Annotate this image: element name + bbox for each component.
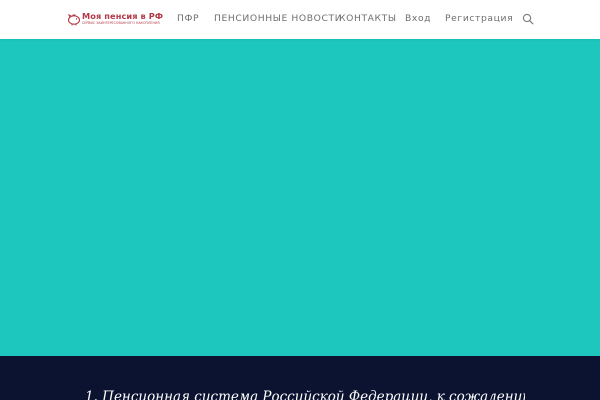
site-header: Моя пенсия в РФ СЕРВИС ЗАИНТЕРЕСОВАННОГО…: [0, 0, 600, 39]
page: Моя пенсия в РФ СЕРВИС ЗАИНТЕРЕСОВАННОГО…: [0, 0, 600, 400]
nav-item-contacts[interactable]: КОНТАКТЫ: [339, 13, 397, 25]
search-icon[interactable]: [522, 13, 534, 25]
main-nav: ПФР ПЕНСИОННЫЕ НОВОСТИ КОНТАКТЫ Вход Рег…: [0, 0, 600, 39]
content-paragraph: 1. Пенсионная система Российской Федерац…: [85, 389, 525, 400]
hero-banner: [0, 39, 600, 356]
nav-item-pension-news[interactable]: ПЕНСИОННЫЕ НОВОСТИ: [214, 13, 342, 25]
nav-item-register[interactable]: Регистрация: [445, 13, 513, 25]
nav-item-login[interactable]: Вход: [405, 13, 431, 25]
nav-item-pfr[interactable]: ПФР: [177, 13, 199, 25]
content-section: 1. Пенсионная система Российской Федерац…: [0, 356, 600, 400]
